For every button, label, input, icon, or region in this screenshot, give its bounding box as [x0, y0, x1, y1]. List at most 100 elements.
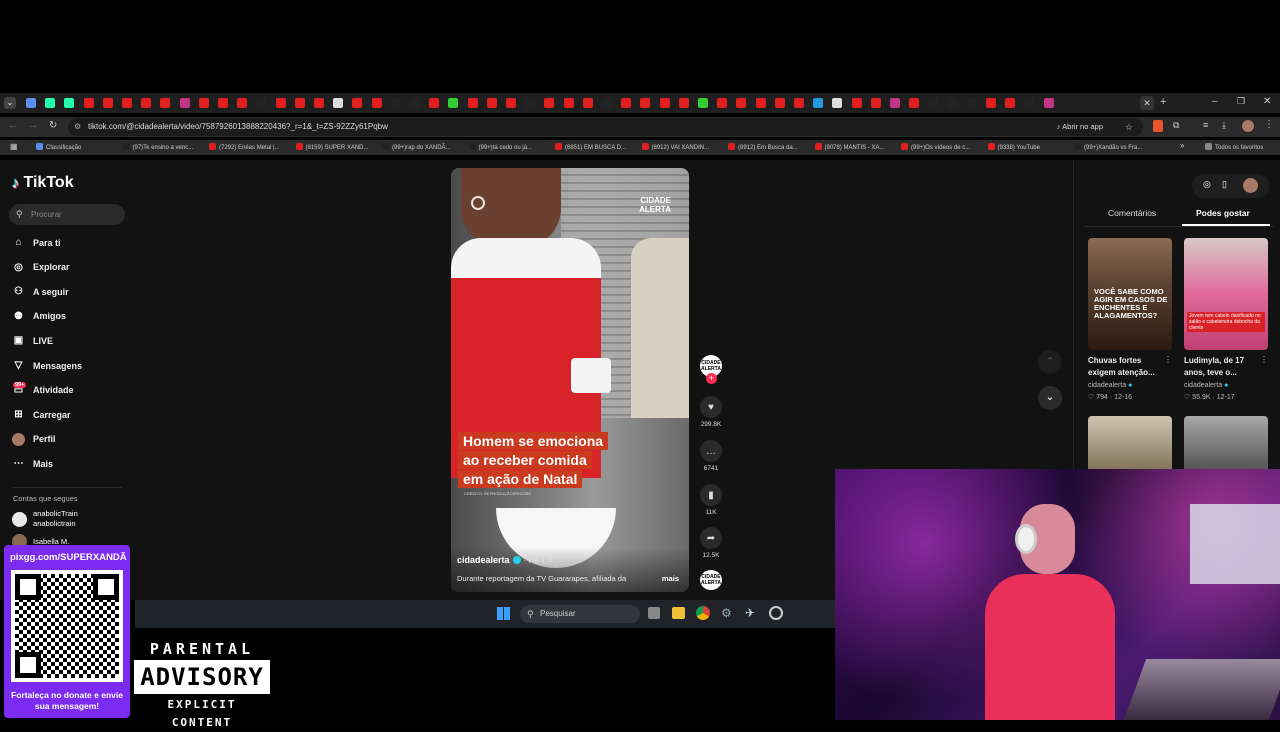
card-menu-icon[interactable]: ⋮: [1260, 355, 1268, 364]
close-window-button[interactable]: ✕: [1263, 96, 1271, 107]
tab-favicon-icon[interactable]: [198, 98, 209, 108]
tab-favicon-icon[interactable]: [659, 98, 670, 108]
bookmark-item[interactable]: (99+)Os vídeos de c...: [901, 143, 970, 151]
all-favorites-link[interactable]: Todos os favoritos: [1205, 143, 1263, 151]
extensions-puzzle-icon[interactable]: ⧉: [1173, 120, 1179, 131]
apps-grid-icon[interactable]: ▦: [10, 142, 18, 151]
video-player[interactable]: CIDADE ALERTA Homem se emociona ao receb…: [451, 168, 689, 592]
card-author[interactable]: cidadealerta ●: [1088, 382, 1132, 389]
share-button[interactable]: ➦ 12.5K: [698, 527, 724, 559]
file-explorer-icon[interactable]: [672, 607, 685, 619]
nav-item-carregar[interactable]: ⊞ Carregar: [12, 408, 70, 421]
tiktok-logo[interactable]: ♪ TikTok: [12, 174, 74, 192]
tab-favicon-icon[interactable]: [122, 98, 132, 108]
tab-favicon-icon[interactable]: [102, 98, 113, 108]
media-icon[interactable]: ≡: [1203, 120, 1208, 130]
tab-favicon-icon[interactable]: [26, 98, 36, 108]
tab-favicon-icon[interactable]: [1024, 98, 1035, 108]
tab-favicon-icon[interactable]: [602, 98, 612, 108]
tab-favicon-icon[interactable]: [563, 98, 574, 108]
tab-favicon-icon[interactable]: [1043, 98, 1054, 108]
nav-item-a-seguir[interactable]: ⚇ A seguir: [12, 285, 69, 298]
phone-icon[interactable]: ▯: [1222, 179, 1227, 190]
reload-icon[interactable]: ↻: [49, 120, 57, 131]
steam-icon[interactable]: ✈: [745, 606, 755, 620]
suggested-video-card[interactable]: VOCÊ SABE COMO AGIR EM CASOS DE ENCHENTE…: [1088, 238, 1172, 350]
url-field[interactable]: ⚙ tiktok.com/@cidadealerta/video/7587926…: [68, 118, 1143, 136]
bookmark-item[interactable]: (8159) SUPER XAND...: [295, 143, 369, 151]
tab-favicon-icon[interactable]: [755, 98, 766, 108]
close-tab-icon[interactable]: ✕: [1140, 96, 1154, 110]
tab-favicon-icon[interactable]: [678, 98, 689, 108]
suggested-video-card[interactable]: Jovem tem cabelo danificado no salão e c…: [1184, 238, 1268, 350]
comment-button[interactable]: … 6741: [698, 440, 724, 472]
tab-favicon-icon[interactable]: [352, 98, 363, 108]
maximize-button[interactable]: ❐: [1237, 96, 1245, 107]
open-in-app-button[interactable]: ♪ Abrir no app: [1057, 118, 1103, 136]
tab-favicon-icon[interactable]: [890, 98, 900, 108]
tab-favicon-icon[interactable]: [429, 98, 440, 108]
bookmark-item[interactable]: (97)Te ensino a venc...: [122, 143, 193, 151]
card-title[interactable]: Chuvas fortes exigem atenção...: [1088, 355, 1166, 379]
nav-item-para-ti[interactable]: ⌂ Para ti: [12, 236, 60, 249]
tab-favicon-icon[interactable]: [371, 98, 382, 108]
bookmark-item[interactable]: (8912) VAI XANDIN...: [641, 143, 709, 151]
tab-favicon-icon[interactable]: [486, 98, 497, 108]
tab-favicon-icon[interactable]: [64, 98, 75, 108]
more-link[interactable]: mais: [662, 574, 679, 583]
minimize-button[interactable]: –: [1212, 96, 1218, 107]
tab-favicon-icon[interactable]: [794, 98, 804, 108]
tab-favicon-icon[interactable]: [736, 98, 747, 108]
suggested-video-card[interactable]: [1088, 416, 1172, 476]
bookmark-item[interactable]: (9078) MANTIS - XA...: [814, 143, 885, 151]
bookmark-item[interactable]: Classificação: [36, 143, 81, 151]
nav-item-live[interactable]: ▣ LIVE: [12, 334, 53, 347]
tab-favicon-icon[interactable]: [1005, 98, 1016, 108]
chrome-icon[interactable]: [696, 606, 710, 620]
windows-start-icon[interactable]: [497, 607, 510, 620]
tab-favicon-icon[interactable]: [237, 98, 248, 108]
suggested-video-card[interactable]: [1184, 416, 1268, 476]
app-icon[interactable]: [769, 606, 783, 620]
tab-favicon-icon[interactable]: [256, 98, 267, 108]
tab-favicon-icon[interactable]: [314, 98, 324, 108]
profile-avatar[interactable]: [1242, 120, 1254, 132]
nav-item-amigos[interactable]: ⚉ Amigos: [12, 310, 66, 323]
new-tab-button[interactable]: +: [1160, 96, 1166, 108]
card-author[interactable]: cidadealerta ●: [1184, 382, 1228, 389]
tab-favicon-icon[interactable]: [640, 98, 651, 108]
tab-favicon-icon[interactable]: [333, 98, 344, 108]
nav-item-perfil[interactable]: Perfil: [12, 432, 56, 446]
bookmark-item[interactable]: (8851) EM BUSCA D...: [555, 143, 626, 151]
forward-icon[interactable]: →: [28, 120, 38, 131]
tab-favicon-icon[interactable]: [410, 98, 420, 108]
sound-disc[interactable]: CIDADE ALERTA: [700, 570, 722, 590]
tab-favicon-icon[interactable]: [870, 98, 881, 108]
save-button[interactable]: ▮ 11K: [698, 484, 724, 516]
tab-favicon-icon[interactable]: [909, 98, 920, 108]
next-video-button[interactable]: ⌄: [1038, 386, 1062, 410]
tab-favicon-icon[interactable]: [218, 98, 228, 108]
bookmark-item[interactable]: (9338) YouTube: [987, 143, 1040, 151]
tab-favicon-icon[interactable]: [851, 98, 862, 108]
card-title[interactable]: Ludimyla, de 17 anos, teve o...: [1184, 355, 1262, 379]
back-icon[interactable]: ←: [8, 120, 18, 131]
nav-item-explorar[interactable]: ◎ Explorar: [12, 261, 69, 274]
tab-favicon-icon[interactable]: [698, 98, 708, 108]
menu-icon[interactable]: ⋮: [1264, 119, 1274, 130]
like-button[interactable]: ♥ 299.8K: [698, 396, 724, 428]
tab-favicon-icon[interactable]: [294, 98, 305, 108]
tab-favicon-icon[interactable]: [160, 98, 171, 108]
tab-favicon-icon[interactable]: [275, 98, 286, 108]
compass-icon[interactable]: ◎: [1203, 179, 1211, 190]
bookmark-item[interactable]: (99+)rap do XANDÃ...: [382, 143, 451, 151]
site-info-icon[interactable]: ⚙: [74, 118, 81, 136]
tab-favicon-icon[interactable]: [717, 98, 728, 108]
tab-favicon-icon[interactable]: [582, 98, 593, 108]
tab-favicon-icon[interactable]: [45, 98, 56, 108]
bookmark-item[interactable]: (99+)tá cedo ou já...: [468, 143, 532, 151]
tab-favicon-icon[interactable]: [774, 98, 785, 108]
tab-list-button[interactable]: ⌄: [4, 97, 16, 109]
tab-favicon-icon[interactable]: [83, 98, 94, 108]
tab-favicon-icon[interactable]: [448, 98, 459, 108]
